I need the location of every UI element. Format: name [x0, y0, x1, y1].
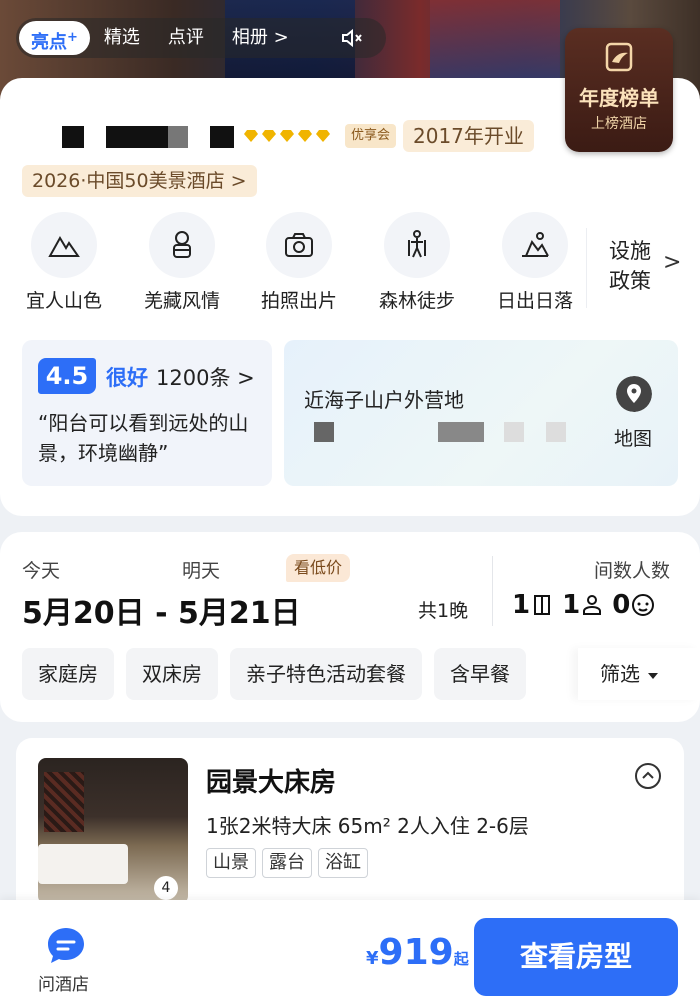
location-card[interactable]: 近海子山户外营地 地图	[284, 340, 678, 486]
trophy-icon	[605, 42, 633, 72]
nearby-place: 近海子山户外营地	[304, 388, 464, 412]
sunrise-icon	[522, 232, 549, 257]
camera-icon	[285, 233, 313, 257]
address-redacted	[438, 422, 484, 442]
low-price-badge[interactable]: 看低价	[286, 554, 351, 582]
feature-hiking[interactable]: 森林徒步	[362, 212, 472, 313]
room-title: 园景大床房	[206, 768, 337, 798]
diamond-icon	[316, 130, 330, 142]
hotel-rating-diamonds	[243, 128, 331, 144]
tab-featured[interactable]: 精选	[90, 18, 154, 58]
annual-ranking-badge[interactable]: 年度榜单 上榜酒店	[565, 28, 673, 152]
guest-selector[interactable]: 1 1 0	[512, 590, 664, 620]
ask-hotel-label[interactable]: 问酒店	[38, 970, 89, 995]
room-tag: 露台	[262, 848, 312, 878]
adult-count: 1	[562, 590, 581, 620]
hiking-icon	[408, 230, 426, 258]
date-range[interactable]: 5月20日 - 5月21日	[22, 588, 301, 632]
review-rating-word: 很好	[106, 366, 148, 390]
opened-year-badge: 2017年开业	[403, 120, 534, 152]
hotel-name-redacted	[62, 126, 84, 148]
diamond-icon	[298, 130, 312, 142]
address-redacted	[314, 422, 334, 442]
feature-mountain[interactable]: 宜人山色	[9, 212, 119, 313]
feature-tibetan[interactable]: 羌藏风情	[127, 212, 237, 313]
child-count: 0	[612, 590, 631, 620]
feature-sunrise[interactable]: 日出日落	[480, 212, 590, 313]
map-label: 地图	[614, 428, 653, 450]
checkout-day-label: 明天	[182, 560, 221, 582]
review-quote: “阳台可以看到远处的山景，环境幽静”	[38, 411, 249, 465]
divider	[492, 556, 493, 626]
filter-chip[interactable]: 含早餐	[434, 648, 526, 700]
filter-chip[interactable]: 双床房	[126, 648, 218, 700]
room-icon	[534, 595, 551, 615]
hotel-name-redacted	[168, 126, 188, 148]
diamond-icon	[262, 130, 276, 142]
ranking-badge[interactable]: 2026·中国50美景酒店 >	[22, 165, 257, 197]
map-pin-icon	[616, 376, 652, 412]
photo-count: 4	[154, 876, 178, 900]
child-icon	[632, 594, 655, 616]
diamond-icon	[244, 130, 258, 142]
policy-label: 设施政策	[609, 239, 651, 293]
price: ¥919起	[366, 932, 469, 973]
bottom-action-bar: 问酒店 ¥919起 查看房型	[0, 900, 700, 1007]
hero-image-figure	[430, 0, 560, 90]
room-count: 1	[512, 590, 531, 620]
room-spec: 1张2米特大床 65m² 2人入住 2-6层	[206, 814, 529, 838]
award-subtitle: 上榜酒店	[591, 116, 647, 132]
tab-album[interactable]: 相册 >	[218, 18, 303, 58]
review-score: 4.5	[38, 358, 96, 394]
review-summary[interactable]: 4.5 很好 1200条 > “阳台可以看到远处的山景，环境幽静”	[22, 340, 272, 486]
guests-label: 间数人数	[594, 560, 671, 582]
adult-icon	[583, 595, 602, 615]
chat-bubble-icon[interactable]	[44, 924, 88, 968]
filter-button[interactable]: 筛选	[578, 648, 700, 700]
feature-photo[interactable]: 拍照出片	[244, 212, 354, 313]
checkin-day-label: 今天	[22, 560, 61, 582]
filter-chip[interactable]: 亲子特色活动套餐	[230, 648, 422, 700]
address-redacted	[504, 422, 524, 442]
hotel-name-redacted	[210, 126, 234, 148]
filter-chip[interactable]: 家庭房	[22, 648, 114, 700]
view-rooms-button[interactable]: 查看房型	[474, 918, 678, 996]
chevron-right-icon: >	[663, 250, 682, 275]
hero-tab-bar: 亮点+ 精选 点评 相册 >	[16, 18, 386, 58]
caret-down-icon	[648, 672, 658, 679]
room-photo[interactable]: 4	[38, 758, 188, 904]
member-badge: 优享会	[345, 124, 397, 148]
hotel-name-redacted	[106, 126, 168, 148]
room-tags: 山景 露台 浴缸	[206, 848, 368, 878]
mountain-icon	[48, 236, 80, 257]
review-count: 1200条 >	[156, 366, 255, 390]
booking-card: 今天 明天 看低价 5月20日 - 5月21日 共1晚 间数人数 1 1 0 家…	[0, 532, 700, 722]
tibetan-figure-icon	[173, 231, 191, 258]
facility-policy-link[interactable]: 设施政策 >	[586, 228, 686, 308]
room-tag: 山景	[206, 848, 256, 878]
quick-filters: 家庭房 双床房 亲子特色活动套餐 含早餐	[22, 648, 526, 700]
diamond-icon	[280, 130, 294, 142]
award-title: 年度榜单	[579, 86, 659, 110]
tab-reviews[interactable]: 点评	[154, 18, 218, 58]
speaker-muted-icon[interactable]	[340, 26, 364, 50]
room-tag: 浴缸	[318, 848, 368, 878]
nights-count: 共1晚	[418, 600, 469, 622]
chevron-up-icon[interactable]	[634, 762, 662, 790]
address-redacted	[546, 422, 566, 442]
tab-highlights[interactable]: 亮点+	[19, 21, 90, 55]
